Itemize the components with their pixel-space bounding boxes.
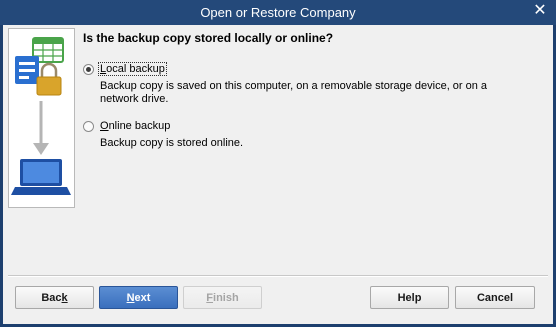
footer-divider xyxy=(8,275,548,277)
online-backup-label[interactable]: Online backup xyxy=(99,120,171,132)
local-backup-description-line: network drive. xyxy=(100,93,169,105)
company-file-icon xyxy=(15,56,39,84)
backup-illustration xyxy=(8,28,75,208)
online-backup-description: Backup copy is stored online. xyxy=(100,137,243,150)
online-backup-option[interactable]: Online backup xyxy=(83,120,171,132)
local-backup-description: Backup copy is saved on this computer, o… xyxy=(100,80,487,106)
local-backup-option[interactable]: Local backup xyxy=(83,62,167,76)
online-backup-description-line: Backup copy is stored online. xyxy=(100,137,244,149)
cancel-button[interactable]: Cancel xyxy=(455,286,535,309)
down-arrow-icon xyxy=(33,101,49,155)
lock-icon xyxy=(36,62,62,96)
help-button[interactable]: Help xyxy=(370,286,449,309)
dialog-window: Open or Restore Company ✕ Is the backup … xyxy=(0,0,556,327)
finish-button[interactable]: Finish xyxy=(183,286,262,309)
question-heading: Is the backup copy stored locally or onl… xyxy=(83,31,334,45)
window-title: Open or Restore Company xyxy=(200,5,356,20)
online-backup-radio[interactable] xyxy=(83,120,94,132)
close-icon[interactable]: ✕ xyxy=(531,2,549,20)
back-button[interactable]: Back xyxy=(15,286,94,309)
local-backup-label[interactable]: Local backup xyxy=(98,62,167,76)
title-bar: Open or Restore Company ✕ xyxy=(0,0,556,25)
laptop-icon xyxy=(11,159,71,195)
backup-illustration-graphic xyxy=(11,37,71,195)
local-backup-radio[interactable] xyxy=(83,63,94,75)
dialog-body: Is the backup copy stored locally or onl… xyxy=(3,25,553,324)
next-button[interactable]: Next xyxy=(99,286,178,309)
local-backup-description-line: Backup copy is saved on this computer, o… xyxy=(100,80,488,92)
